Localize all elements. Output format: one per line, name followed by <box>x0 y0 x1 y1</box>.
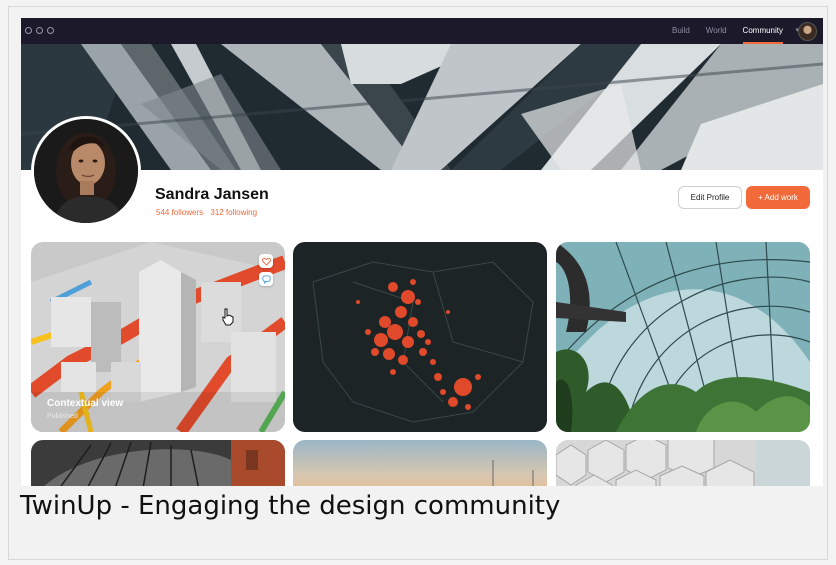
work-card[interactable] <box>556 242 810 432</box>
hand-cursor-icon <box>222 308 234 326</box>
followers-count[interactable]: 544 followers <box>156 208 203 217</box>
app-window: Build World Community ▾ <box>21 18 823 486</box>
main-nav: Build World Community <box>672 18 784 44</box>
card-title: Contextual view <box>47 398 124 409</box>
top-bar: Build World Community ▾ <box>21 18 823 44</box>
work-card[interactable] <box>31 440 285 486</box>
window-controls <box>25 27 54 34</box>
window-maximize-icon[interactable] <box>47 27 54 34</box>
user-avatar-icon[interactable] <box>798 22 817 41</box>
edit-profile-button[interactable]: Edit Profile <box>678 186 742 209</box>
profile-cover-image <box>21 44 823 170</box>
nav-build[interactable]: Build <box>672 18 690 44</box>
nav-community[interactable]: Community <box>742 18 784 44</box>
window-close-icon[interactable] <box>25 27 32 34</box>
work-card[interactable]: Contextual view Published <box>31 242 285 432</box>
card-status: Published <box>47 413 78 420</box>
caption-text: TwinUp - Engaging the design community <box>20 491 561 521</box>
profile-avatar[interactable] <box>31 116 141 226</box>
work-card[interactable] <box>293 440 547 486</box>
work-card[interactable] <box>556 440 810 486</box>
window-minimize-icon[interactable] <box>36 27 43 34</box>
following-count[interactable]: 312 following <box>210 208 257 217</box>
add-work-button[interactable]: + Add work <box>746 186 810 209</box>
nav-world[interactable]: World <box>706 18 727 44</box>
heart-icon[interactable] <box>259 254 273 268</box>
profile-stats: 544 followers 312 following <box>156 208 262 217</box>
work-card[interactable] <box>293 242 547 432</box>
profile-name: Sandra Jansen <box>155 186 269 203</box>
chat-icon[interactable] <box>259 272 273 286</box>
